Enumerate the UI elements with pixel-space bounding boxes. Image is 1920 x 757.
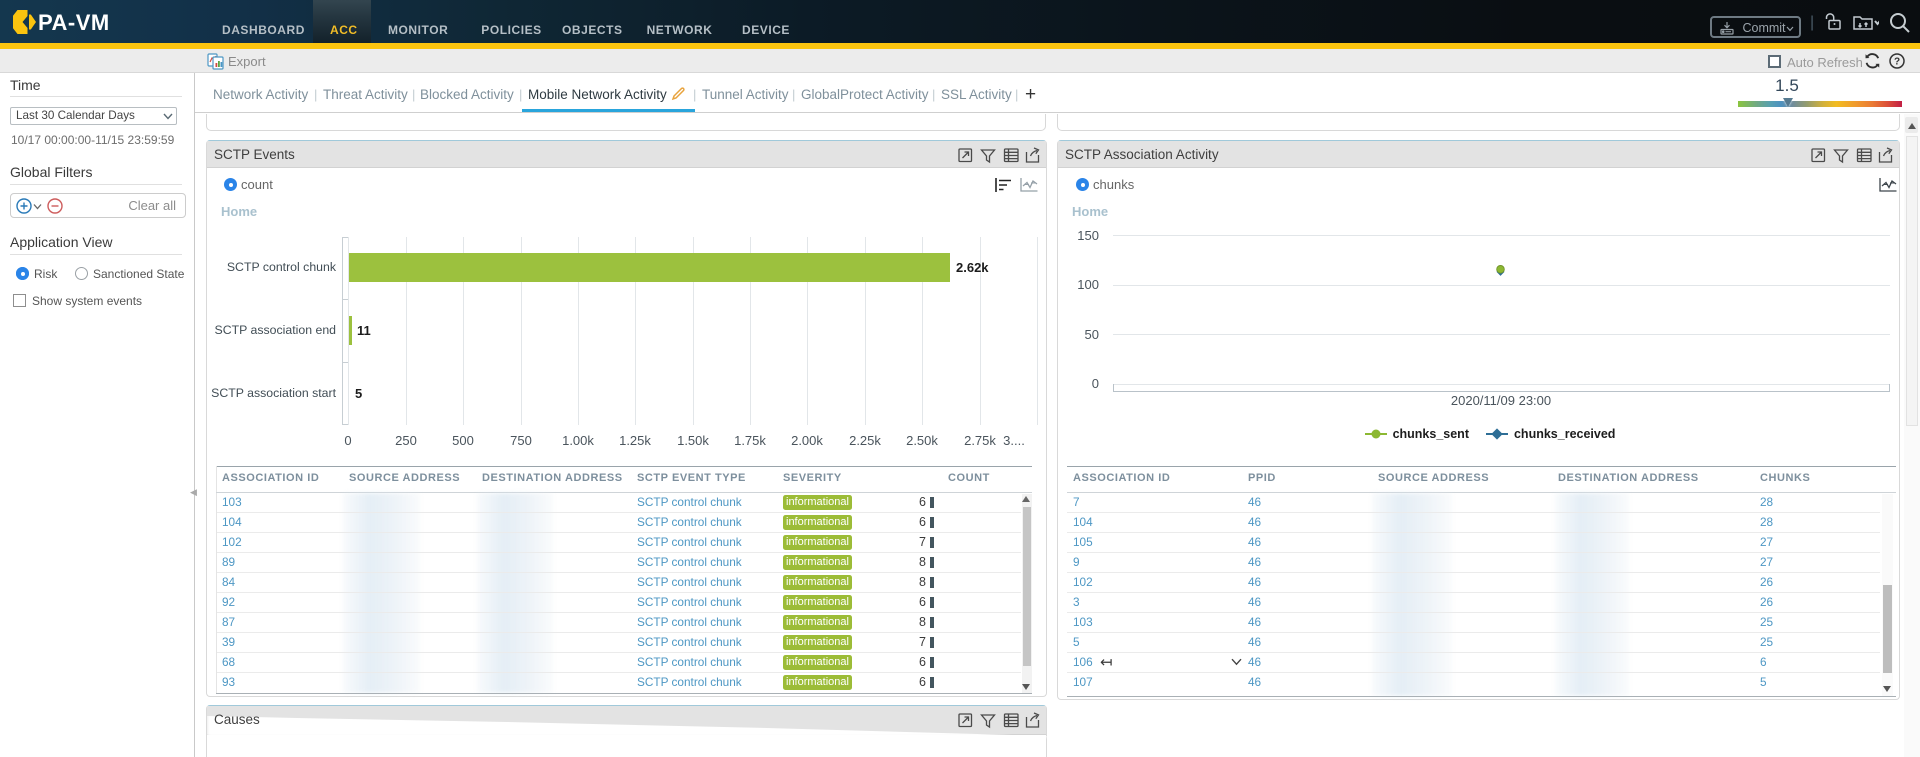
svg-text:?: ? [1894,57,1900,68]
